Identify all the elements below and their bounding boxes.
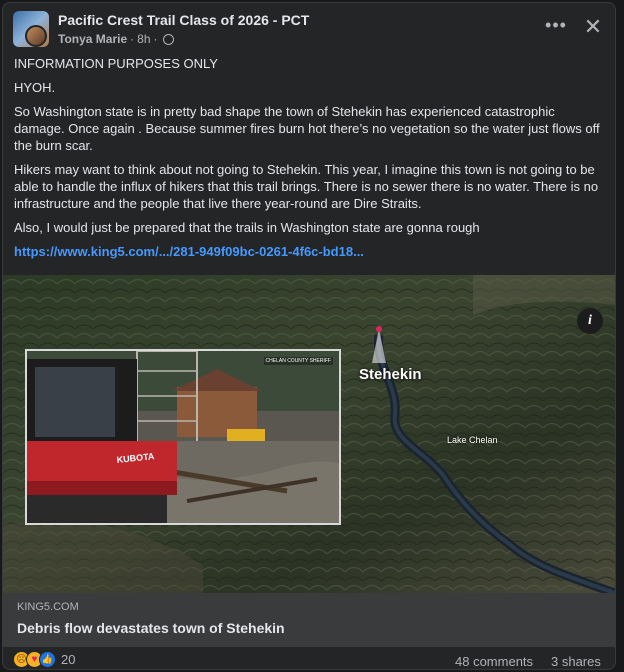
reaction-count: 20 xyxy=(61,652,76,667)
preview-source: KING5.COM xyxy=(17,601,79,613)
link-preview-caption[interactable]: KING5.COM Debris flow devastates town of… xyxy=(3,593,615,647)
shares-count-link[interactable]: 3 shares xyxy=(551,654,601,669)
excavator-photo: KUBOTA xyxy=(27,351,339,523)
article-url-link[interactable]: https://www.king5.com/.../281-949f09bc-0… xyxy=(14,244,364,259)
like-icon: 👍 xyxy=(39,651,56,668)
post-meta: Tonya Marie · 8h · xyxy=(58,32,174,46)
link-preview-image[interactable]: KUBOTA CHELAN COUNTY SHERIFF Stehekin La… xyxy=(3,275,615,593)
photo-credit: CHELAN COUNTY SHERIFF xyxy=(263,357,333,365)
post-timestamp[interactable]: 8h xyxy=(137,32,150,46)
reactions-summary[interactable]: ☹ ♥ 👍 20 xyxy=(13,651,75,668)
info-icon[interactable]: i xyxy=(577,308,603,334)
map-label-lake-chelan: Lake Chelan xyxy=(447,435,498,445)
post-header: Pacific Crest Trail Class of 2026 - PCT … xyxy=(13,11,607,51)
debris-photo: KUBOTA CHELAN COUNTY SHERIFF xyxy=(25,349,341,525)
author-avatar[interactable] xyxy=(25,25,47,47)
comments-count-link[interactable]: 48 comments xyxy=(455,654,533,669)
close-button[interactable]: ✕ xyxy=(579,13,607,41)
post-card: Pacific Crest Trail Class of 2026 - PCT … xyxy=(2,2,616,670)
map-label-stehekin: Stehekin xyxy=(359,366,422,383)
post-paragraph: HYOH. xyxy=(14,80,56,95)
post-body: INFORMATION PURPOSES ONLY HYOH. So Washi… xyxy=(14,55,608,267)
group-avatar[interactable] xyxy=(13,11,49,47)
post-paragraph: INFORMATION PURPOSES ONLY xyxy=(14,56,218,71)
more-options-button[interactable]: ••• xyxy=(543,15,569,41)
group-name-link[interactable]: Pacific Crest Trail Class of 2026 - PCT xyxy=(58,12,309,28)
preview-headline[interactable]: Debris flow devastates town of Stehekin xyxy=(17,620,285,636)
author-name-link[interactable]: Tonya Marie xyxy=(58,32,127,46)
post-paragraph: So Washington state is in pretty bad sha… xyxy=(14,104,600,153)
post-paragraph: Also, I would just be prepared that the … xyxy=(14,220,480,235)
globe-icon xyxy=(162,33,174,45)
post-paragraph: Hikers may want to think about not going… xyxy=(14,162,599,211)
meta-separator: · xyxy=(153,32,158,46)
meta-separator: · xyxy=(130,32,135,46)
map-pin xyxy=(376,326,382,332)
post-footer: ☹ ♥ 👍 20 48 comments 3 shares xyxy=(3,649,615,669)
